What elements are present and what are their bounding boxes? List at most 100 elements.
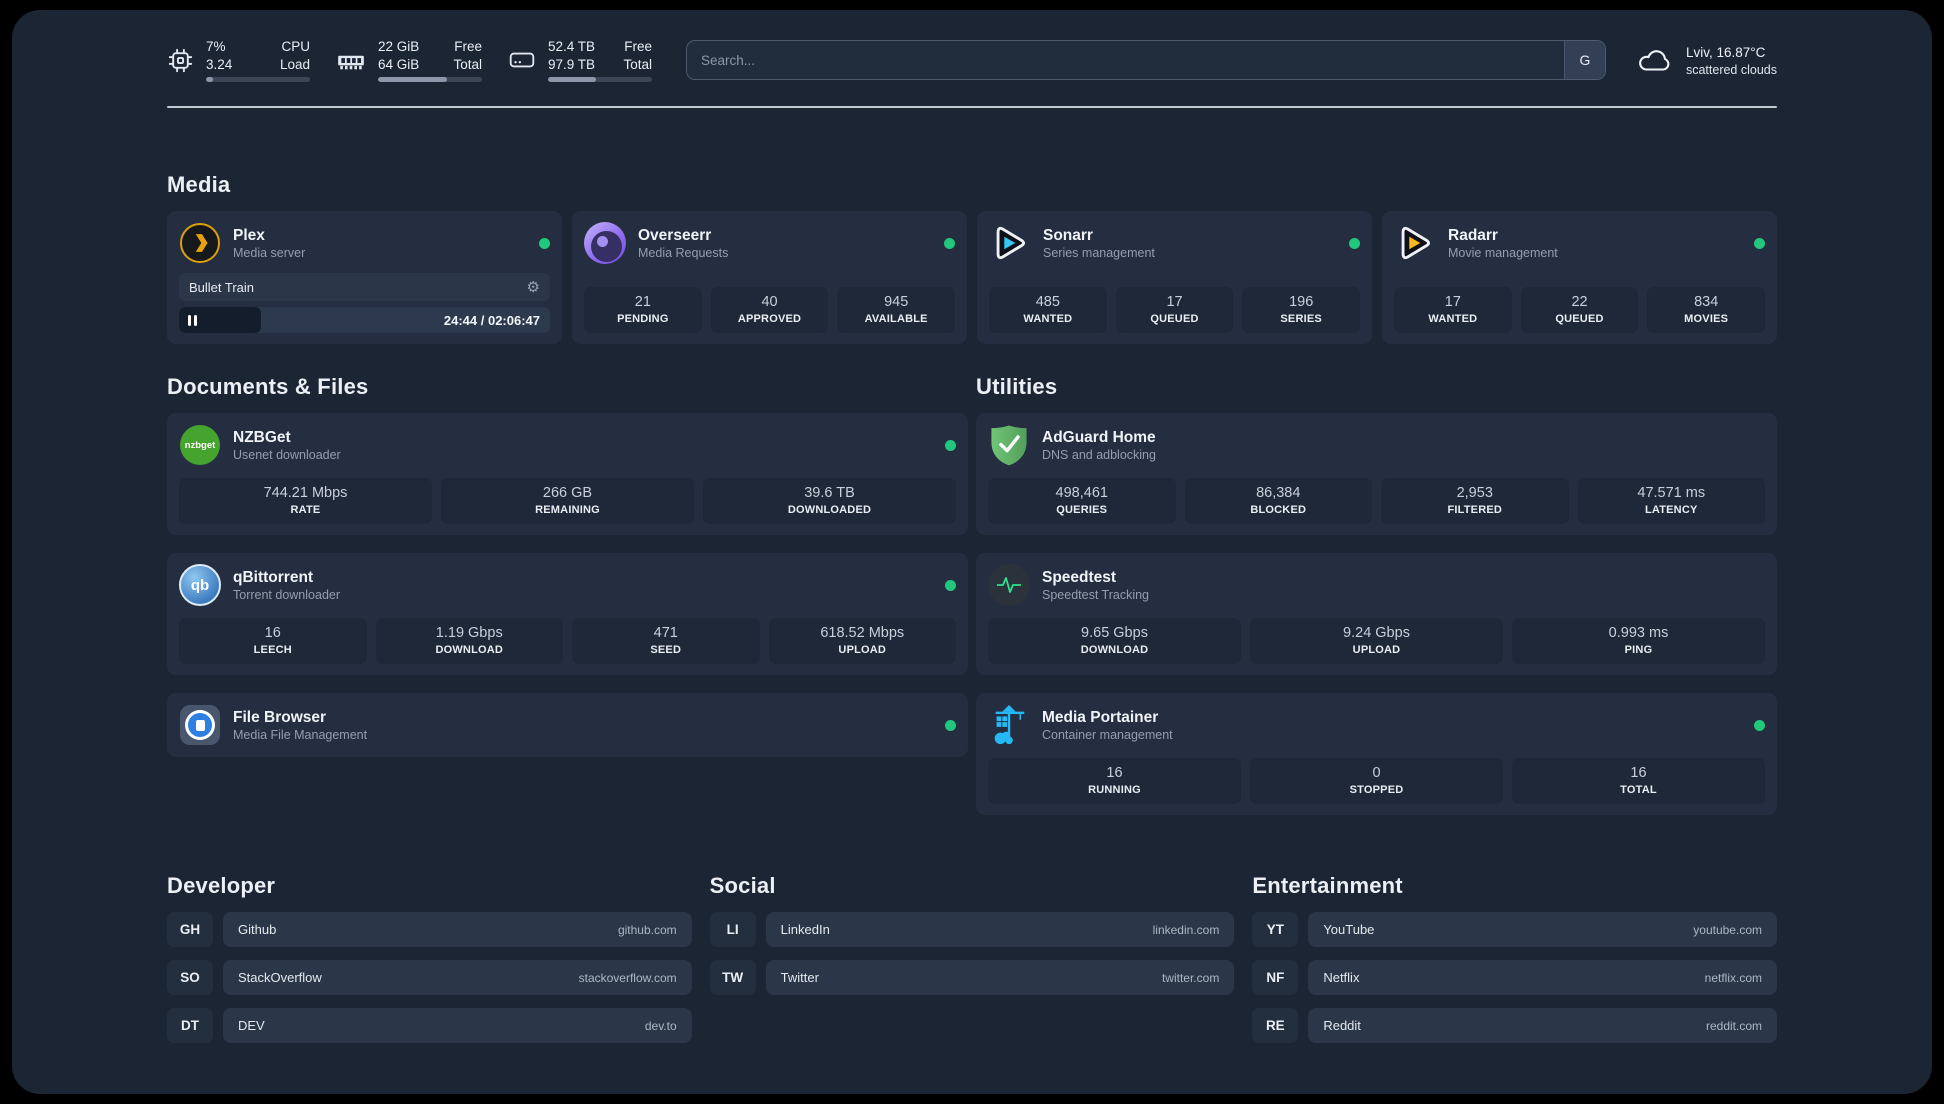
load-label: Load xyxy=(279,56,310,72)
bookmark-domain: linkedin.com xyxy=(1152,922,1220,937)
portainer-link[interactable]: Media Portainer Container management xyxy=(988,704,1765,746)
filebrowser-icon xyxy=(180,705,220,746)
bookmark-youtube[interactable]: YT YouTube youtube.com xyxy=(1252,912,1777,948)
app-description: Series management xyxy=(1043,245,1155,260)
stat-upload: 618.52 Mbps UPLOAD xyxy=(768,618,956,665)
section-social: Social LI LinkedIn linkedin.com TW Twitte… xyxy=(709,873,1235,1008)
gear-icon[interactable]: ⚙ xyxy=(527,280,540,295)
status-online-dot xyxy=(1349,237,1360,249)
sonarr-link[interactable]: Sonarr Series management xyxy=(989,222,1360,264)
stat-download: 1.19 Gbps DOWNLOAD xyxy=(375,618,563,665)
search-input[interactable] xyxy=(687,52,1564,68)
free-label: Free xyxy=(624,39,652,54)
speedtest-stats: 9.65 Gbps DOWNLOAD 9.24 Gbps UPLOAD 0.993 … xyxy=(988,618,1765,665)
cpu-progress-bar xyxy=(206,77,310,83)
section-title-entertainment: Entertainment xyxy=(1252,873,1403,899)
app-description: Media Requests xyxy=(638,245,729,260)
filebrowser-link[interactable]: File Browser Media File Management xyxy=(179,704,956,746)
search-provider-button[interactable]: G xyxy=(1563,41,1605,80)
stat-seed: 471 SEED xyxy=(572,618,760,665)
top-bar: 7% 3.24 CPU Load 22 GiB 64 GiB Free Total xyxy=(167,38,1777,83)
status-online-dot xyxy=(945,579,956,591)
section-utilities: Utilities AdGuard Home DNS and adblockin… xyxy=(976,374,1777,816)
qbittorrent-stats: 16 LEECH 1.19 Gbps DOWNLOAD 471 SEED 618.52… xyxy=(179,618,956,665)
disk-total-value: 97.9 TB xyxy=(548,56,596,72)
qbittorrent-link[interactable]: qb qBittorrent Torrent downloader xyxy=(179,564,956,607)
app-description: Container management xyxy=(1042,727,1173,742)
disk-resource-widget: 52.4 TB 97.9 TB Free Total xyxy=(508,38,652,83)
speedtest-link[interactable]: Speedtest Speedtest Tracking xyxy=(988,564,1765,607)
app-name: qBittorrent xyxy=(233,568,314,586)
app-card-plex: Plex Media server Bullet Train ⚙ 24:44 /… xyxy=(167,211,562,345)
free-label: Free xyxy=(454,39,482,54)
stat-series: 196 SERIES xyxy=(1242,287,1361,334)
app-name: Sonarr xyxy=(1043,226,1093,244)
adguard-link[interactable]: AdGuard Home DNS and adblocking xyxy=(988,424,1765,466)
radarr-link[interactable]: Radarr Movie management xyxy=(1394,222,1765,264)
radarr-stats: 17 WANTED 22 QUEUED 834 MOVIES xyxy=(1394,287,1766,334)
pause-icon[interactable] xyxy=(188,314,197,326)
app-card-nzbget: nzbget NZBGet Usenet downloader 744.21 M… xyxy=(167,413,968,536)
playback-progress-bar: 24:44 / 02:06:47 xyxy=(179,307,550,334)
bookmark-github[interactable]: GH Github github.com xyxy=(167,912,692,948)
cpu-load-value: 3.24 xyxy=(206,56,233,72)
app-card-qbittorrent: qb qBittorrent Torrent downloader 16 LEEC… xyxy=(167,553,968,676)
bookmark-domain: netflix.com xyxy=(1704,970,1762,985)
bookmark-abbr: TW xyxy=(709,960,756,996)
app-name: Overseerr xyxy=(638,226,712,244)
stat-available: 945 AVAILABLE xyxy=(837,287,956,334)
memory-total-value: 64 GiB xyxy=(378,56,420,72)
header-divider xyxy=(167,106,1777,109)
section-title-media: Media xyxy=(167,172,231,198)
plex-link[interactable]: Plex Media server xyxy=(179,222,550,264)
sonarr-icon xyxy=(989,222,1031,264)
stat-blocked: 86,384 BLOCKED xyxy=(1184,478,1372,525)
status-online-dot xyxy=(945,439,956,451)
weather-location-temp: Lviv, 16.87°C xyxy=(1685,45,1766,61)
stat-queued: 22 QUEUED xyxy=(1520,287,1639,334)
section-title-developer: Developer xyxy=(167,873,276,899)
bookmark-name: StackOverflow xyxy=(238,970,322,986)
bookmark-stackoverflow[interactable]: SO StackOverflow stackoverflow.com xyxy=(167,960,692,996)
bookmark-domain: reddit.com xyxy=(1705,1018,1762,1033)
overseerr-icon xyxy=(584,222,626,265)
bookmark-abbr: SO xyxy=(167,960,213,996)
stat-movies: 834 MOVIES xyxy=(1647,287,1766,334)
app-name: Media Portainer xyxy=(1042,708,1159,726)
stat-running: 16 RUNNING xyxy=(988,758,1241,805)
bookmark-reddit[interactable]: RE Reddit reddit.com xyxy=(1252,1008,1777,1044)
stat-downloaded: 39.6 TB DOWNLOADED xyxy=(703,478,956,525)
search-bar: G xyxy=(686,40,1606,81)
portainer-icon xyxy=(988,704,1030,746)
bookmark-name: DEV xyxy=(238,1018,265,1034)
app-card-sonarr: Sonarr Series management 485 WANTED 17 QUE… xyxy=(977,211,1372,345)
app-name: NZBGet xyxy=(233,428,291,446)
now-playing-title: Bullet Train xyxy=(189,279,255,295)
bookmark-name: YouTube xyxy=(1323,922,1375,938)
memory-progress-bar xyxy=(378,77,482,83)
app-description: Media server xyxy=(233,245,306,260)
nzbget-link[interactable]: nzbget NZBGet Usenet downloader xyxy=(179,424,956,466)
weather-condition: scattered clouds xyxy=(1685,62,1777,77)
bookmark-linkedin[interactable]: LI LinkedIn linkedin.com xyxy=(709,912,1235,948)
app-card-filebrowser: File Browser Media File Management xyxy=(167,693,968,758)
bookmark-netflix[interactable]: NF Netflix netflix.com xyxy=(1252,960,1777,996)
overseerr-link[interactable]: Overseerr Media Requests xyxy=(584,222,955,265)
app-card-speedtest: Speedtest Speedtest Tracking 9.65 Gbps DO… xyxy=(976,553,1777,676)
bookmark-domain: dev.to xyxy=(644,1018,677,1033)
plex-icon xyxy=(180,223,220,264)
bookmark-twitter[interactable]: TW Twitter twitter.com xyxy=(709,960,1235,996)
qbittorrent-icon: qb xyxy=(179,564,221,607)
bookmark-dev[interactable]: DT DEV dev.to xyxy=(167,1008,692,1044)
stat-leech: 16 LEECH xyxy=(179,618,367,665)
cpu-resource-widget: 7% 3.24 CPU Load xyxy=(167,38,310,83)
stat-download: 9.65 Gbps DOWNLOAD xyxy=(988,618,1241,665)
sonarr-stats: 485 WANTED 17 QUEUED 196 SERIES xyxy=(989,287,1361,334)
stat-wanted: 485 WANTED xyxy=(989,287,1107,334)
bookmark-name: Twitter xyxy=(780,970,819,986)
memory-icon xyxy=(336,47,366,73)
bookmark-name: Netflix xyxy=(1323,970,1360,986)
stat-upload: 9.24 Gbps UPLOAD xyxy=(1250,618,1503,665)
playback-time: 24:44 / 02:06:47 xyxy=(443,312,540,328)
speedtest-icon xyxy=(988,564,1030,607)
